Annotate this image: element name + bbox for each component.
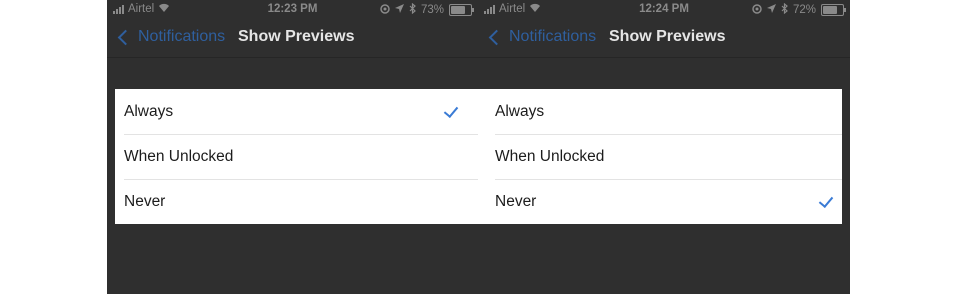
chevron-left-icon (488, 29, 505, 45)
navigation-bar: Notifications Show Previews (107, 20, 478, 58)
battery-fill (451, 6, 465, 14)
screens-container: Airtel 12:23 PM 73% Notifications Show P… (107, 0, 850, 294)
status-bar: Airtel 12:24 PM 72% (478, 0, 850, 20)
back-button-label: Notifications (509, 28, 597, 45)
option-label: Never (495, 192, 537, 210)
bluetooth-icon (781, 2, 788, 17)
page-title: Show Previews (238, 28, 355, 45)
option-label: Never (124, 192, 166, 210)
back-button[interactable]: Notifications (117, 28, 225, 46)
chevron-left-icon (117, 29, 134, 45)
option-when-unlocked[interactable]: When Unlocked (115, 134, 478, 179)
navigation-bar: Notifications Show Previews (478, 20, 850, 58)
battery-percent: 73% (420, 4, 444, 16)
checkmark-icon (818, 192, 834, 209)
option-label: When Unlocked (495, 147, 605, 165)
battery-icon (821, 4, 846, 16)
page-title: Show Previews (609, 28, 726, 45)
battery-icon (449, 4, 474, 16)
bluetooth-icon (409, 2, 416, 17)
orientation-lock-icon (752, 3, 762, 17)
battery-percent: 72% (792, 4, 816, 16)
screen-right: Airtel 12:24 PM 72% Notifications Show P… (478, 0, 850, 294)
status-right: 73% (380, 2, 474, 17)
orientation-lock-icon (380, 3, 390, 17)
option-label: Always (495, 102, 545, 120)
option-never[interactable]: Never (115, 179, 478, 224)
battery-fill (823, 6, 837, 14)
option-always[interactable]: Always (478, 89, 842, 134)
checkmark-icon (443, 102, 459, 119)
screen-left: Airtel 12:23 PM 73% Notifications Show P… (107, 0, 478, 294)
option-label: Always (124, 102, 174, 120)
back-button[interactable]: Notifications (488, 28, 596, 46)
status-bar: Airtel 12:23 PM 73% (107, 0, 478, 20)
status-right: 72% (752, 2, 846, 17)
options-list: Always When Unlocked Never (478, 89, 842, 224)
location-icon (766, 4, 776, 16)
location-icon (394, 4, 404, 16)
option-always[interactable]: Always (115, 89, 478, 134)
option-label: When Unlocked (124, 147, 234, 165)
options-list: Always When Unlocked Never (115, 89, 478, 224)
option-when-unlocked[interactable]: When Unlocked (478, 134, 842, 179)
option-never[interactable]: Never (478, 179, 842, 224)
back-button-label: Notifications (138, 28, 226, 45)
